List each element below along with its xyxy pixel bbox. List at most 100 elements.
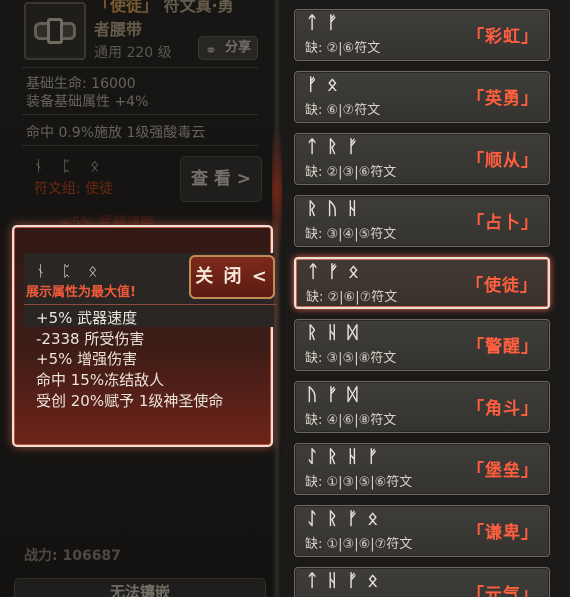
missing-runes: 缺: ②|⑥|⑦符文 (306, 290, 398, 305)
missing-runes: 缺: ①|③|⑤|⑥符文 (305, 475, 413, 490)
item-title: 「使徒」 符文真·勇 (94, 0, 234, 16)
runeword-runes: ᛏᚺᚠᛟ (307, 571, 388, 591)
attribute-line: +5% 武器速度 (36, 309, 138, 327)
runeword-name: 「堡垒」 (467, 461, 539, 481)
rune-glyph: ᛏ (307, 137, 318, 157)
base-hp: 基础生命: 16000 (26, 76, 136, 92)
divider (22, 145, 258, 146)
runeword-name: 「角斗」 (467, 399, 539, 419)
runeword-name: 「使徒」 (466, 276, 538, 296)
runeword-name: 「警醒」 (467, 337, 539, 357)
rune-glyph: ᚠ (327, 385, 338, 405)
rune-glyph: ᚱ (307, 323, 318, 343)
runeword-runes: ᚢᚠᛞ (307, 385, 368, 405)
runeword-card[interactable]: ᛏ ᚠ ᛟ 缺: ②|⑥|⑦符文 「使徒」 (294, 257, 550, 309)
missing-runes: 缺: ①|③|⑥|⑦符文 (305, 537, 413, 552)
runeword-name: 「英勇」 (467, 89, 539, 109)
rune-glyph: ᛏ (308, 262, 319, 282)
divider (22, 67, 258, 68)
rune-glyph: ᛟ (348, 262, 359, 282)
attribute-list: +5% 武器速度 -2338 所受伤害 +5% 增强伤害 命中 15%冻结敌人 … (36, 308, 223, 412)
close-button[interactable]: 关 闭 < (189, 255, 275, 299)
attribute-line: 受创 20%赋予 1级神圣使命 (36, 391, 224, 410)
runeword-runes: ᛇᚱᚺᚠ (307, 447, 388, 467)
runeword-card[interactable]: ᛏᚺᚠᛟ缺: ①|②|⑤|⑦符文「元气」 (294, 567, 550, 597)
missing-runes: 缺: ②|③|⑥符文 (305, 165, 397, 180)
equip-base-stat: 装备基础属性 +4% (26, 94, 149, 110)
rune-glyph: ᚢ (327, 199, 338, 219)
share-icon: ⚭ (205, 43, 217, 59)
runeword-attributes-popup: ᚾ ᛈ ᛟ 展示属性为最大值! 关 闭 < +5% 武器速度 -2338 所受伤… (12, 225, 276, 447)
combat-power: 战力: 106687 (24, 548, 121, 564)
item-level: 通用 220 级 (94, 45, 172, 61)
max-value-note: 展示属性为最大值! (26, 285, 136, 300)
rune-glyph: ᛟ (90, 157, 100, 175)
rune-glyph: ᚱ (327, 509, 338, 529)
runeword-card[interactable]: ᛇ ᚱ ᚠ ᛟ 缺: ①|③|⑥|⑦符文 「谦卑」 (294, 505, 550, 557)
view-button[interactable]: 查 看 > (180, 156, 262, 202)
runeword-card[interactable]: ᚢ ᚠ ᛞ 缺: ④|⑥|⑧符文 「角斗」 (294, 381, 550, 433)
missing-runes: 缺: ③|④|⑤符文 (305, 227, 397, 242)
runeword-list: ᛏ ᚠ 缺: ②|⑥符文 「彩虹」 ᚠ ᛟ 缺: ⑥|⑦符文 「英勇」 ᛏ ᚱ ᚠ 缺: ②|③|⑥符… (282, 0, 570, 597)
rune-glyph: ᛞ (347, 323, 358, 343)
rune-glyph: ᛏ (307, 13, 318, 33)
missing-runes: 缺: ④|⑥|⑧符文 (305, 413, 397, 428)
divider (22, 114, 258, 115)
rune-glyph: ᚺ (347, 447, 358, 467)
rune-glyph: ᚾ (36, 262, 46, 280)
runeword-card[interactable]: ᚱ ᚢ ᚺ 缺: ③|④|⑤符文 「占卜」 (294, 195, 550, 247)
hit-effect: 命中 0.9%施放 1级强酸毒云 (26, 125, 206, 141)
item-title-rest: 符文真·勇 (163, 0, 234, 15)
rune-glyph: ᛟ (367, 571, 378, 591)
attribute-line: 命中 15%冻结敌人 (36, 371, 165, 390)
runeword-name: 「顺从」 (467, 151, 539, 171)
share-label: 分享 (224, 40, 251, 55)
runeword-name: 「元气」 (467, 585, 539, 597)
runeword-runes: ᚱᚢᚺ (307, 199, 368, 219)
rune-glyph: ᚺ (347, 199, 358, 219)
missing-runes: 缺: ②|⑥符文 (305, 41, 381, 56)
missing-runes: 缺: ⑥|⑦符文 (305, 103, 381, 118)
divider (24, 304, 276, 305)
share-button[interactable]: ⚭ 分享 (198, 36, 258, 60)
rune-glyph: ᚱ (307, 199, 318, 219)
socket-button-label: 无法镶嵌 (109, 583, 170, 597)
runeword-runes: ᚠᛟ (307, 75, 347, 95)
rune-glyph: ᛏ (307, 571, 318, 591)
rune-glyph: ᚠ (347, 571, 358, 591)
rune-glyph: ᛇ (307, 447, 318, 467)
attribute-line: -2338 所受伤害 (36, 329, 145, 348)
rune-glyph: ᚺ (327, 571, 338, 591)
belt-buckle-icon (47, 18, 63, 44)
runeword-name: 「谦卑」 (467, 523, 539, 543)
rune-glyph: ᛟ (327, 75, 338, 95)
rune-glyph: ᛟ (88, 262, 98, 280)
runeword-card[interactable]: ᛇ ᚱ ᚺ ᚠ 缺: ①|③|⑤|⑥符文 「堡垒」 (294, 443, 550, 495)
rune-glyph: ᚠ (327, 13, 338, 33)
runeword-runes: ᛇᚱᚠᛟ (307, 509, 388, 529)
rune-glyph: ᚠ (347, 137, 358, 157)
runeword-card[interactable]: ᚠ ᛟ 缺: ⑥|⑦符文 「英勇」 (294, 71, 550, 123)
rune-glyph: ᚱ (327, 137, 338, 157)
runeword-runes: ᛏᚠᛟ (308, 262, 369, 282)
rune-glyph: ᚠ (347, 509, 358, 529)
runeword-name: 「彩虹」 (467, 27, 539, 47)
runeword-card[interactable]: ᚱ ᚺ ᛞ 缺: ③|⑤|⑧符文 「警醒」 (294, 319, 550, 371)
rune-glyph: ᚺ (327, 323, 338, 343)
runeword-runes: ᚱᚺᛞ (307, 323, 368, 343)
belt-item-icon (24, 2, 86, 60)
runeword-runes: ᛏᚠ (307, 13, 347, 33)
socket-button[interactable]: 无法镶嵌 (14, 578, 266, 597)
runeword-runes: ᛏᚱᚠ (307, 137, 368, 157)
rune-glyph: ᛞ (347, 385, 358, 405)
rune-glyph: ᛟ (367, 509, 378, 529)
runeword-card[interactable]: ᛏ ᚠ 缺: ②|⑥符文 「彩虹」 (294, 9, 550, 61)
rune-glyph: ᛈ (62, 157, 72, 175)
item-title-line2: 者腰带 (94, 20, 143, 39)
runeword-card[interactable]: ᛏ ᚱ ᚠ 缺: ②|③|⑥符文 「顺从」 (294, 133, 550, 185)
popup-runes: ᚾ ᛈ ᛟ (36, 261, 109, 280)
rune-glyph: ᚠ (328, 262, 339, 282)
rune-glyph: ᛇ (307, 509, 318, 529)
rune-glyph: ᚠ (367, 447, 378, 467)
rune-glyph: ᚢ (307, 385, 318, 405)
